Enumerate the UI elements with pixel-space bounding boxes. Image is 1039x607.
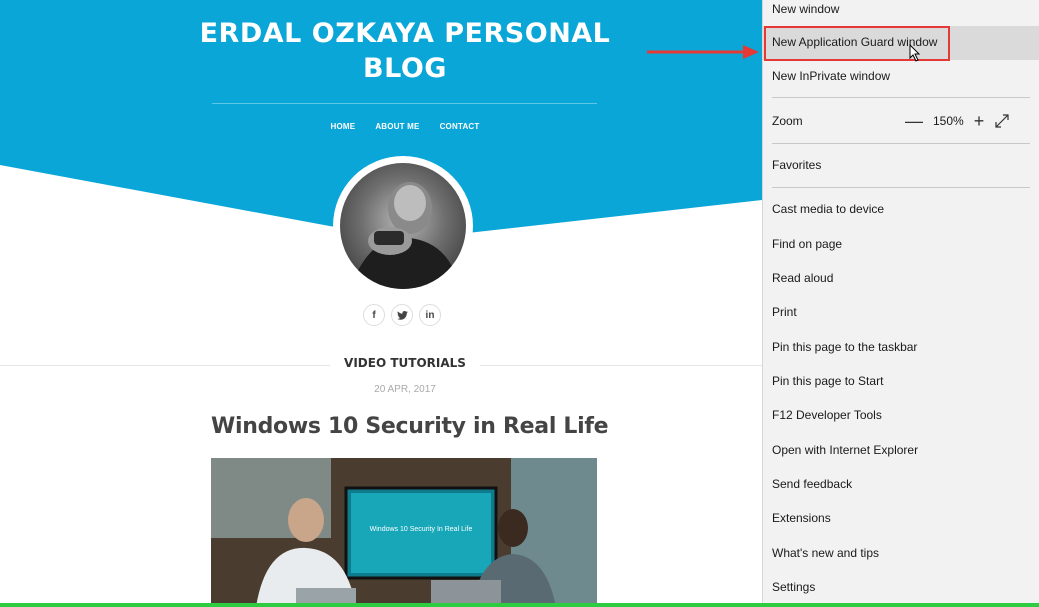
menu-item-settings[interactable]: Settings [763,578,1039,596]
nav-about-me[interactable]: ABOUT ME [375,122,419,131]
post-date: 20 APR, 2017 [374,384,436,395]
avatar-figure [350,182,460,289]
menu-item-read-aloud[interactable]: Read aloud [763,269,1039,287]
menu-item-cast-media[interactable]: Cast media to device [763,200,1039,218]
nav-home[interactable]: HOME [331,122,356,131]
menu-separator [772,143,1030,144]
section-title: VIDEO TUTORIALS [330,355,480,371]
menu-item-pin-taskbar[interactable]: Pin this page to the taskbar [763,338,1039,356]
zoom-level: 150% [933,114,964,128]
facebook-icon[interactable]: f [363,304,385,326]
menu-separator [772,187,1030,188]
twitter-bird-glyph [396,310,408,320]
zoom-out-button[interactable]: — [905,112,923,130]
section-divider-left [0,365,345,366]
menu-item-developer-tools[interactable]: F12 Developer Tools [763,406,1039,424]
menu-item-open-with-ie[interactable]: Open with Internet Explorer [763,441,1039,459]
blog-nav: HOME ABOUT ME CONTACT [330,122,480,131]
avatar [333,156,473,296]
menu-item-whats-new[interactable]: What's new and tips [763,544,1039,562]
menu-item-favorites[interactable]: Favorites [763,156,1039,174]
menu-item-send-feedback[interactable]: Send feedback [763,475,1039,493]
video-screen-caption: Windows 10 Security In Real Life [369,526,473,533]
social-links: f in [363,304,441,326]
zoom-controls: — 150% + [905,112,1010,130]
blog-title[interactable]: ERDAL OZKAYA PERSONAL BLOG [180,16,630,86]
fullscreen-icon[interactable] [994,113,1010,129]
menu-item-find-on-page[interactable]: Find on page [763,235,1039,253]
browser-page: ERDAL OZKAYA PERSONAL BLOG HOME ABOUT ME… [0,0,762,607]
section-divider-right [465,365,762,366]
annotation-arrow [647,45,759,59]
bottom-accent-bar [0,603,1039,607]
menu-item-pin-start[interactable]: Pin this page to Start [763,372,1039,390]
browser-settings-menu: New window New Application Guard window … [762,0,1039,607]
menu-item-new-inprivate-window[interactable]: New InPrivate window [763,67,1039,85]
zoom-in-button[interactable]: + [974,112,985,130]
menu-item-print[interactable]: Print [763,303,1039,321]
menu-item-extensions[interactable]: Extensions [763,509,1039,527]
avatar-photo [340,163,466,289]
linkedin-icon[interactable]: in [419,304,441,326]
menu-item-new-window[interactable]: New window [763,0,1039,18]
mouse-cursor-icon [909,44,921,62]
title-divider [212,103,597,104]
twitter-icon[interactable] [391,304,413,326]
video-thumbnail[interactable]: Windows 10 Security In Real Life [211,458,597,607]
nav-contact[interactable]: CONTACT [440,122,480,131]
menu-separator [772,97,1030,98]
post-title[interactable]: Windows 10 Security in Real Life [211,414,609,439]
